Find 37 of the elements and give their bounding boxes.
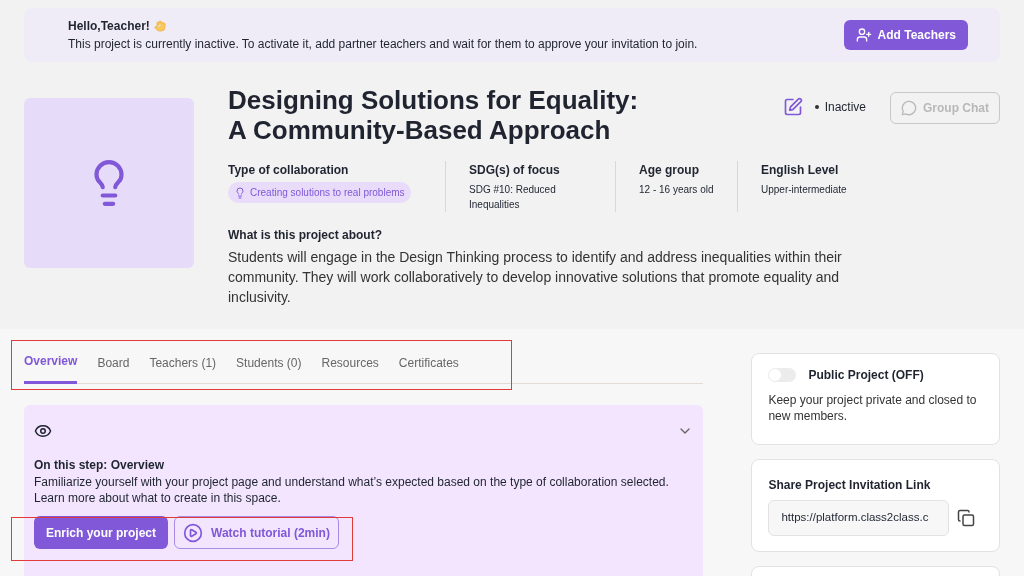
fact-value: 12 - 16 years old — [639, 183, 715, 197]
tab[interactable]: Certificates — [398, 349, 459, 384]
add-user-icon — [855, 27, 872, 43]
add-teachers-button[interactable]: Add Teachers — [843, 20, 968, 50]
tab[interactable]: Overview — [24, 349, 78, 384]
copy-icon[interactable] — [957, 509, 976, 527]
tab[interactable]: Board — [97, 349, 130, 384]
eye-icon — [34, 422, 52, 440]
step-text: Familiarize yourself with your project page and understand what’s expected based on the type of collaboration selected. Learn more about what to create in this space. — [34, 474, 670, 506]
public-project-label: Public Project (OFF) — [808, 367, 924, 384]
fact-value: SDG #10: Reduced Inequalities — [469, 183, 557, 212]
about-heading: What is this project about? — [228, 227, 383, 244]
notice-message: This project is currently inactive. To activate it, add partner teachers and wait for them to approve your invitation to join. — [68, 36, 698, 53]
invitation-link-field[interactable]: https://platform.class2class.c — [768, 500, 950, 536]
about-text: Students will engage in the Design Thinking process to identify and address inequalities within their community. They will work collaboratively to develop innovative solutions that promote equality and inclusivity. — [228, 248, 843, 307]
fact-value: Upper-intermediate — [761, 183, 848, 197]
greeting: Hello,Teacher! — [68, 18, 150, 35]
privacy-description: Keep your project private and closed to new members. — [768, 392, 978, 424]
chat-bubble-icon — [901, 100, 917, 116]
project-title: Designing Solutions for Equality: A Community-Based Approach — [228, 85, 640, 145]
enrich-project-button[interactable]: Enrich your project — [34, 516, 169, 549]
tab[interactable]: Teachers (1) — [149, 349, 217, 384]
fact-label: Type of collaboration — [228, 162, 350, 179]
waving-hand-icon — [153, 20, 166, 32]
lightbulb-icon — [234, 186, 246, 199]
edit-icon[interactable] — [782, 97, 803, 117]
tab[interactable]: Students (0) — [236, 349, 302, 384]
step-heading: On this step: Overview — [34, 457, 166, 474]
fact-label: SDG(s) of focus — [469, 162, 561, 179]
fact-label: English Level — [761, 162, 840, 179]
status-badge: Inactive — [814, 98, 866, 116]
watch-tutorial-button[interactable]: Watch tutorial (2min) — [174, 516, 339, 549]
tab[interactable]: Resources — [321, 349, 379, 384]
fact-label: Age group — [639, 162, 700, 179]
collaboration-chip: Creating solutions to real problems — [228, 182, 411, 203]
share-link-heading: Share Project Invitation Link — [768, 477, 932, 494]
play-icon — [183, 522, 204, 543]
